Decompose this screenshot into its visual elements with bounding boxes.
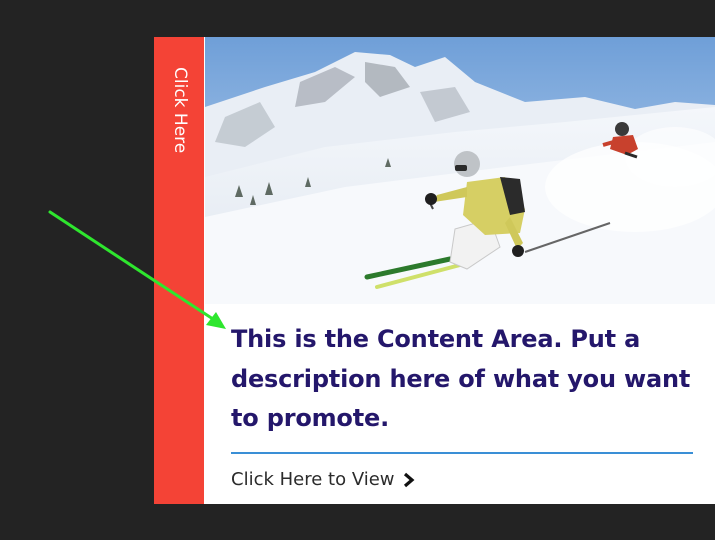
chevron-right-icon <box>402 472 416 488</box>
click-here-to-view-link[interactable]: Click Here to View <box>231 469 416 490</box>
content-title: This is the Content Area. Put a descript… <box>231 325 691 432</box>
view-link-label: Click Here to View <box>231 469 395 490</box>
content-area: This is the Content Area. Put a descript… <box>231 320 692 439</box>
side-tab-button[interactable]: Click Here <box>154 37 204 504</box>
editor-canvas: Click Here This is the Content Area. Put… <box>0 0 715 540</box>
hero-image <box>205 37 715 304</box>
promo-card: Click Here This is the Content Area. Put… <box>154 37 715 504</box>
skier-photo <box>205 37 715 304</box>
content-divider <box>231 452 693 454</box>
side-tab-label: Click Here <box>170 67 190 154</box>
